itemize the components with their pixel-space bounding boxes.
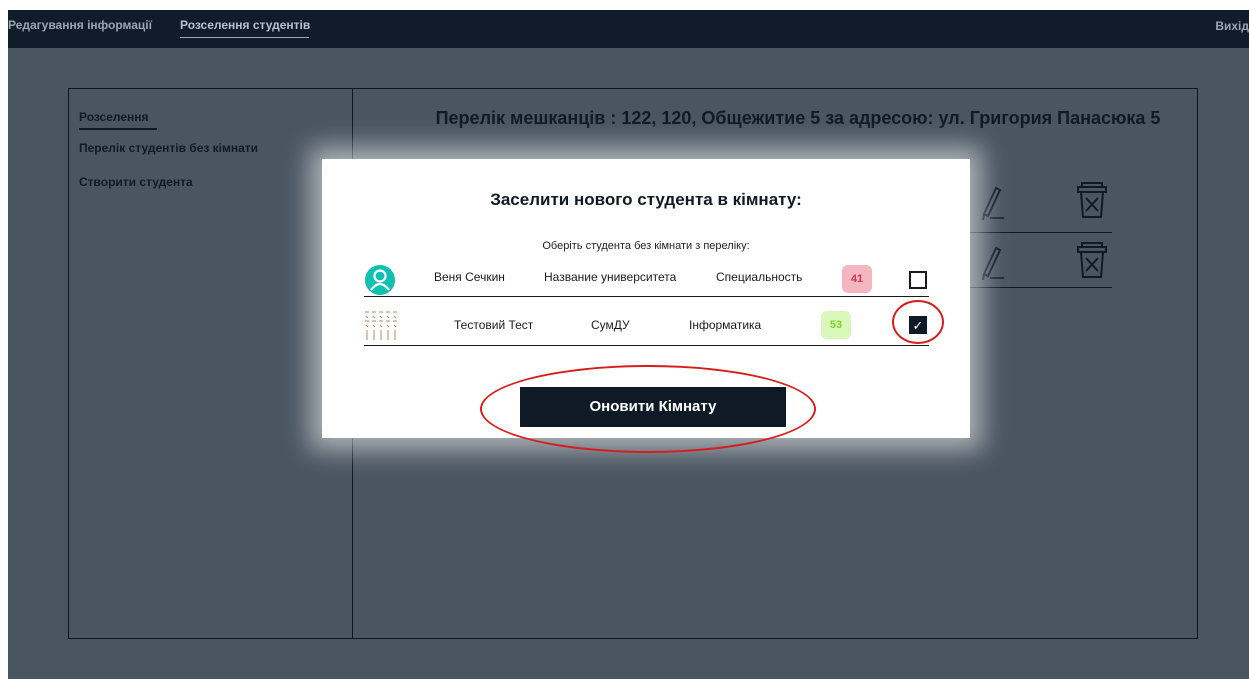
annotation-circle bbox=[892, 300, 944, 344]
trash-icon[interactable] bbox=[1074, 240, 1110, 280]
list-item[interactable]: Веня Сечкин Название университета Специа… bbox=[364, 260, 929, 296]
student-university: СумДУ bbox=[591, 318, 630, 332]
logout-link[interactable]: Вихід bbox=[1215, 19, 1249, 33]
annotation-ellipse bbox=[480, 365, 816, 453]
nav-edit-info[interactable]: Редагування інформації bbox=[8, 18, 152, 32]
modal-title: Заселити нового студента в кімнату: bbox=[490, 190, 802, 209]
nav-student-settlement[interactable]: Розселення студентів bbox=[180, 18, 310, 32]
score-badge: 41 bbox=[842, 265, 872, 293]
sidebar-active-underline bbox=[79, 128, 157, 130]
trash-icon[interactable] bbox=[1074, 180, 1110, 220]
row-divider bbox=[364, 345, 929, 346]
top-nav-bar: Редагування інформації Розселення студен… bbox=[8, 10, 1249, 48]
student-university: Название университета bbox=[544, 270, 677, 284]
student-specialty: Інформатика bbox=[689, 318, 762, 332]
page-title: Перелік мешканців : 122, 120, Общежитие … bbox=[435, 108, 1161, 128]
resident-row-divider bbox=[970, 287, 1112, 288]
row-divider bbox=[364, 296, 929, 297]
pattern-avatar bbox=[365, 311, 397, 340]
app: Редагування інформації Розселення студен… bbox=[8, 10, 1249, 679]
edit-icon[interactable] bbox=[970, 240, 1006, 280]
student-specialty: Специальность bbox=[716, 270, 803, 284]
student-name: Веня Сечкин bbox=[434, 270, 505, 284]
sidebar-item-create-student[interactable]: Створити студента bbox=[79, 175, 193, 189]
sidebar-item-settlement[interactable]: Розселення bbox=[79, 110, 149, 124]
active-nav-underline bbox=[180, 37, 309, 38]
edit-icon[interactable] bbox=[970, 180, 1006, 220]
select-student-checkbox[interactable] bbox=[909, 271, 927, 289]
person-icon bbox=[365, 265, 395, 295]
student-name: Тестовий Тест bbox=[454, 318, 534, 332]
score-badge: 53 bbox=[821, 311, 851, 339]
list-item[interactable]: Тестовий Тест СумДУ Інформатика 53 ✓ bbox=[364, 308, 929, 344]
settle-student-modal: Заселити нового студента в кімнату: Обер… bbox=[322, 159, 970, 453]
sidebar-item-students-without-room[interactable]: Перелік студентів без кімнати bbox=[79, 141, 258, 155]
resident-row-divider bbox=[970, 232, 1112, 233]
modal-subtitle: Оберіть студента без кімнати з переліку: bbox=[542, 240, 750, 252]
